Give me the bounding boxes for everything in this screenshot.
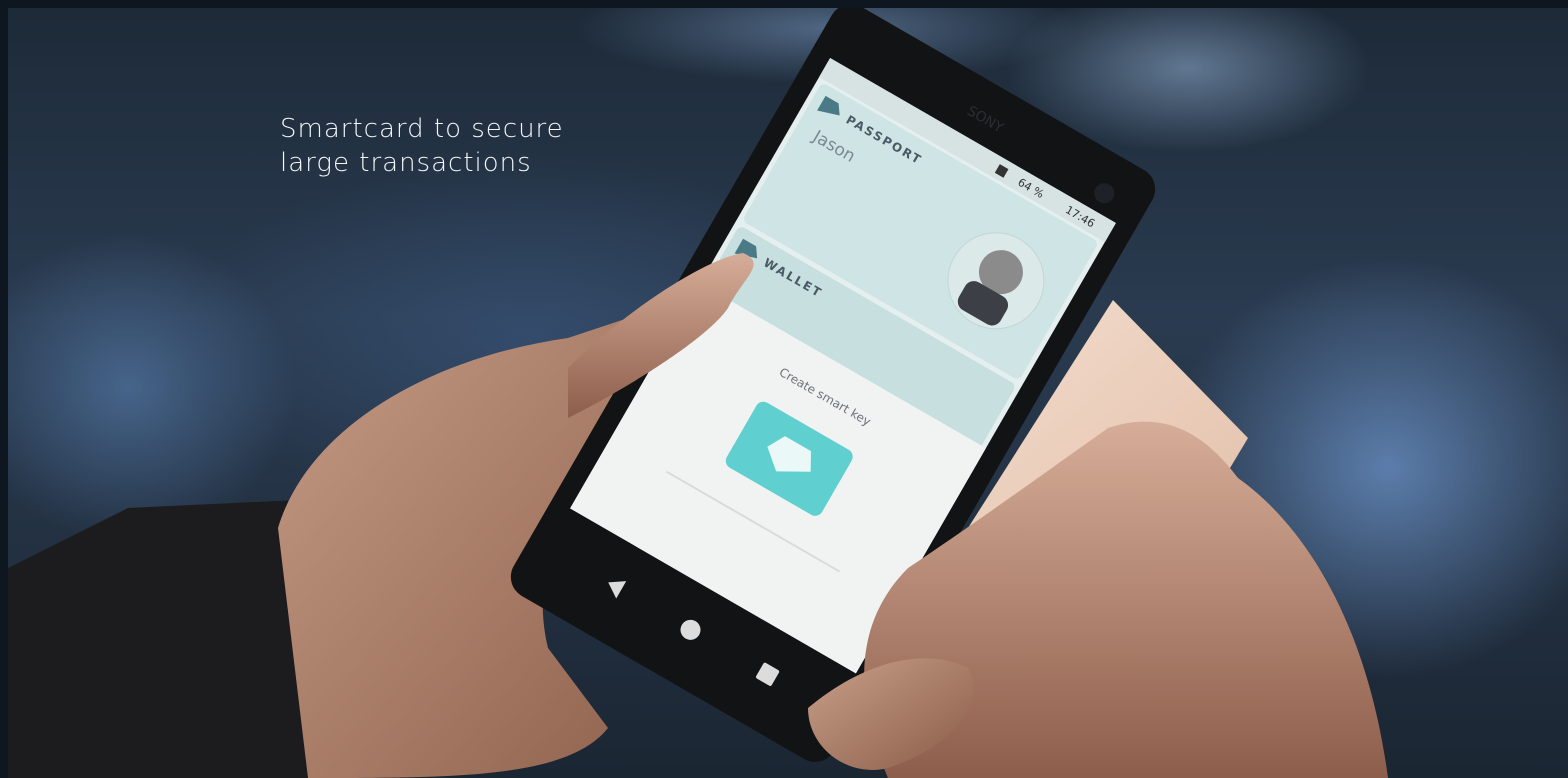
caption-line-2: large transactions [280,148,532,178]
scene: SONY 64 % 17:46 PASSPORT Jason WALLET Cr… [8,8,1388,778]
video-frame: SONY 64 % 17:46 PASSPORT Jason WALLET Cr… [8,8,1568,778]
caption-line-1: Smartcard to secure [280,114,564,144]
caption: Smartcard to secure large transactions [280,112,564,180]
sleeve [8,500,308,778]
